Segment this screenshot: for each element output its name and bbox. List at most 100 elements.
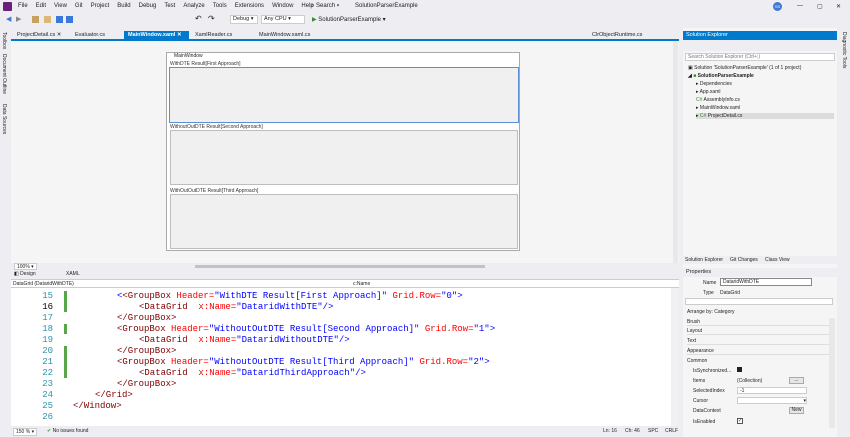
line-number: 20 <box>42 346 53 356</box>
toolbox-tab[interactable]: Toolbox <box>1 32 7 49</box>
solution-name: SolutionParserExample <box>355 3 418 9</box>
tree-solution[interactable]: ▣ Solution 'SolutionParserExample' (1 of… <box>688 65 801 71</box>
prop-checkbox[interactable] <box>737 367 742 372</box>
tree-assemblyinfo[interactable]: C# AssemblyInfo.cs <box>696 97 740 103</box>
tab-mainwindow-xaml[interactable]: MainWindow.xaml ✕ <box>124 31 189 40</box>
properties-scrollbar[interactable] <box>829 318 835 428</box>
diagnostic-tools-tab[interactable]: Diagnostic Tools <box>841 32 847 68</box>
view-tabs: ◧ Design XAML <box>11 271 679 279</box>
menu-edit[interactable]: Edit <box>32 3 50 9</box>
document-tab-strip: ProjectDetail.cs ✕ Evaluator.cs MainWind… <box>11 31 679 41</box>
save-icon[interactable] <box>56 16 63 23</box>
member-select[interactable]: c:Name <box>353 281 673 287</box>
menu-bar: File Edit View Git Project Build Debug T… <box>14 3 318 9</box>
line-number: 22 <box>42 368 53 378</box>
maximize-button[interactable]: ▢ <box>817 3 823 10</box>
platform-select[interactable]: Any CPU ▾ <box>261 15 305 24</box>
zoom-select[interactable]: 100% ▾ <box>14 263 37 270</box>
menu-file[interactable]: File <box>14 3 32 9</box>
avatar[interactable]: SS <box>773 2 782 11</box>
tree-project[interactable]: ◢ ■ SolutionParserExample <box>688 73 754 79</box>
tab-design[interactable]: ◧ Design <box>14 271 36 277</box>
name-input[interactable]: DataridWithDTE <box>720 278 812 286</box>
datacontext-new-button[interactable]: New <box>789 407 804 414</box>
code-line-20: </GroupBox> <box>117 346 177 356</box>
editor-vertical-scrollbar[interactable] <box>671 288 679 426</box>
cursor-select[interactable]: ▾ <box>737 397 807 404</box>
arrange-by[interactable]: Arrange by: Category <box>687 309 735 315</box>
category-brush[interactable]: Brush <box>687 319 831 326</box>
right-panel: Solution Explorer Search Solution Explor… <box>683 28 837 437</box>
redo-icon[interactable]: ↷ <box>208 14 215 23</box>
menu-tools[interactable]: Tools <box>209 3 231 9</box>
tab-xamlreader[interactable]: XamlReader.cs <box>191 31 236 40</box>
start-button[interactable]: ▶ SolutionParserExample ▾ <box>312 16 386 23</box>
category-text[interactable]: Text <box>687 338 831 345</box>
isenabled-checkbox[interactable]: ✓ <box>737 418 743 424</box>
tab-projectdetail[interactable]: ProjectDetail.cs ✕ <box>13 31 65 40</box>
selected-index-input[interactable]: -1 <box>737 387 807 394</box>
close-button[interactable]: ✕ <box>836 3 841 10</box>
menu-project[interactable]: Project <box>87 3 114 9</box>
back-icon[interactable]: ◀ <box>6 15 11 23</box>
code-editor[interactable]: 15 16 17 18 19 20 21 22 23 24 25 26 <<Gr… <box>11 288 679 426</box>
category-layout[interactable]: Layout <box>687 328 831 335</box>
xaml-designer[interactable]: MainWindow WithDTE Result[First Approach… <box>11 41 679 263</box>
datagrid-third-approach[interactable] <box>170 194 518 249</box>
tab-solution-explorer[interactable]: Solution Explorer <box>685 257 723 263</box>
prop-key: IsSynchronized... <box>693 368 732 374</box>
menu-analyze[interactable]: Analyze <box>179 3 208 9</box>
search-button[interactable]: ⌕ Search ▾ <box>311 3 339 10</box>
tab-git-changes[interactable]: Git Changes <box>730 257 758 263</box>
tab-mainwindow-xaml-cs[interactable]: MainWindow.xaml.cs <box>255 31 314 40</box>
designer-window-title: MainWindow <box>174 53 203 59</box>
code-line-18: <GroupBox Header="WithoutOutDTE Result[S… <box>117 324 496 334</box>
designer-zoom-bar: 100% ▾ <box>11 263 679 271</box>
document-outline-tab[interactable]: Document Outline <box>1 54 7 94</box>
code-line-22: <DataGrid x:Name="DataridThirdApproach"/… <box>139 368 366 378</box>
menu-window[interactable]: Window <box>268 3 297 9</box>
designer-window[interactable]: MainWindow WithDTE Result[First Approach… <box>166 52 520 251</box>
issues-indicator[interactable]: ✔ No issues found <box>47 428 88 434</box>
menu-build[interactable]: Build <box>113 3 134 9</box>
code-line-17: </GroupBox> <box>117 313 177 323</box>
configuration-select[interactable]: Debug ▾ <box>230 15 258 24</box>
editor-zoom[interactable]: 150 % ▾ <box>13 428 38 436</box>
tab-evaluator[interactable]: Evaluator.cs <box>71 31 109 40</box>
category-common[interactable]: Common <box>687 358 831 364</box>
data-sources-tab[interactable]: Data Sources <box>1 104 7 134</box>
undo-icon[interactable]: ↶ <box>195 14 202 23</box>
solution-search-input[interactable]: Search Solution Explorer (Ctrl+;) <box>685 53 835 61</box>
tree-app-xaml[interactable]: ▸ App.xaml <box>696 89 720 95</box>
tab-clrobjectruntime[interactable]: ClrObjectRuntime.cs <box>588 31 646 40</box>
save-all-icon[interactable] <box>66 16 73 23</box>
minimize-button[interactable]: — <box>797 3 803 9</box>
items-edit-button[interactable]: ... <box>789 377 804 384</box>
design-icon: ◧ <box>14 271 19 277</box>
code-line-19: <DataGrid x:Name="DataridWithoutDTE"/> <box>139 335 350 345</box>
forward-icon[interactable]: ▶ <box>16 15 21 23</box>
element-select[interactable]: DataGrid (DataridWithDTE) <box>13 281 343 287</box>
menu-test[interactable]: Test <box>160 3 179 9</box>
menu-view[interactable]: View <box>50 3 71 9</box>
tree-mainwindow-xaml[interactable]: ▸ MainWindow.xaml <box>696 105 740 111</box>
line-number: 16 <box>42 302 53 312</box>
designer-vertical-scrollbar[interactable] <box>673 41 678 263</box>
vs-logo-icon <box>3 2 12 11</box>
tab-class-view[interactable]: Class View <box>765 257 790 263</box>
designer-horizontal-scrollbar[interactable] <box>195 265 485 268</box>
tree-dependencies[interactable]: ▸ Dependencies <box>696 81 732 87</box>
menu-debug[interactable]: Debug <box>135 3 161 9</box>
tree-projectdetail[interactable]: ▸ C# ProjectDetail.cs <box>696 113 834 119</box>
menu-extensions[interactable]: Extensions <box>231 3 268 9</box>
datagrid-without-dte[interactable] <box>170 130 518 185</box>
tab-xaml[interactable]: XAML <box>66 271 80 277</box>
name-label: Name <box>703 280 717 286</box>
open-icon[interactable] <box>44 16 51 23</box>
menu-git[interactable]: Git <box>71 3 87 9</box>
datagrid-with-dte[interactable] <box>169 67 519 123</box>
category-appearance[interactable]: Appearance <box>687 348 831 355</box>
line-number: 21 <box>42 357 53 367</box>
properties-search-input[interactable] <box>685 298 833 305</box>
new-item-icon[interactable] <box>32 16 39 23</box>
